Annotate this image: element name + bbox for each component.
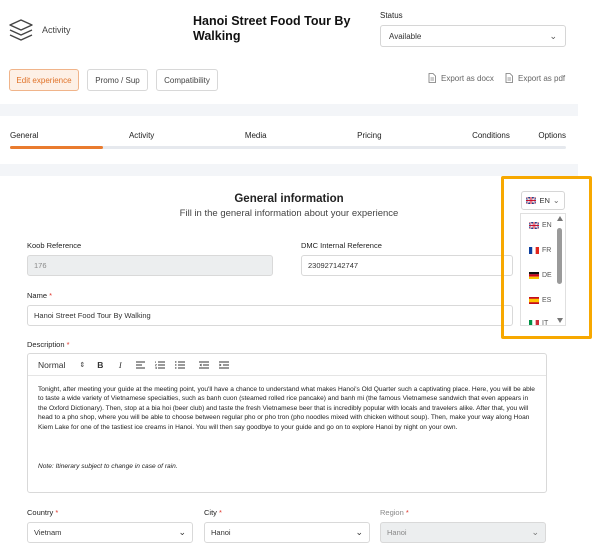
export-docx-label: Export as docx <box>441 73 494 83</box>
dmc-reference-field[interactable]: 230927142747 <box>301 255 513 276</box>
name-label-text: Name <box>27 291 48 300</box>
language-option-de[interactable]: DE <box>529 272 552 279</box>
format-select-value: Normal <box>38 359 66 370</box>
required-mark: * <box>405 508 409 517</box>
language-select-button[interactable]: EN ⌄ <box>521 191 565 210</box>
dropdown-scrollbar[interactable] <box>557 228 562 284</box>
italic-icon[interactable]: I <box>115 360 125 370</box>
city-value: Hanoi <box>211 528 231 537</box>
language-option-label: FR <box>542 247 552 254</box>
section-title: General information <box>234 193 344 205</box>
section-nav: General Activity Media Pricing Condition… <box>10 131 566 140</box>
chevron-down-icon: ⌄ <box>178 527 186 537</box>
language-current: EN <box>539 196 550 205</box>
language-option-label: DE <box>542 272 552 279</box>
export-pdf-label: Export as pdf <box>518 73 566 83</box>
status-value: Available <box>389 31 422 41</box>
region-select: Hanoi ⌄ <box>380 522 546 543</box>
bullet-list-icon[interactable] <box>175 360 186 369</box>
section-conditions[interactable]: Conditions <box>472 131 510 140</box>
city-select[interactable]: Hanoi ⌄ <box>204 522 370 543</box>
germany-flag-icon <box>529 272 539 279</box>
region-label-text: Region <box>380 508 404 517</box>
country-label-text: Country <box>27 508 54 517</box>
chevron-down-icon: ⌄ <box>531 527 539 537</box>
activity-logo[interactable]: Activity <box>8 16 88 44</box>
indent-icon[interactable] <box>219 361 230 369</box>
dmc-reference-value: 230927142747 <box>308 261 359 270</box>
ordered-list-icon[interactable] <box>155 360 166 369</box>
chevron-down-icon: ⌄ <box>355 527 363 537</box>
editor-toolbar: Normal ⇕ B I <box>28 354 546 376</box>
format-select[interactable]: Normal ⇕ <box>38 360 85 370</box>
status-select[interactable]: Available ⌄ <box>380 25 566 47</box>
dmc-reference-label: DMC Internal Reference <box>301 241 382 250</box>
divider <box>0 164 578 176</box>
city-label-text: City <box>204 508 217 517</box>
country-select[interactable]: Vietnam ⌄ <box>27 522 193 543</box>
language-dropdown: EN FR DE ES IT <box>520 213 566 326</box>
country-value: Vietnam <box>34 528 62 537</box>
language-option-fr[interactable]: FR <box>529 247 551 254</box>
language-option-en[interactable]: EN <box>529 222 552 229</box>
chevron-down-icon: ⌄ <box>549 30 557 41</box>
updown-icon: ⇕ <box>79 361 86 369</box>
italy-flag-icon <box>529 320 539 325</box>
description-editor[interactable]: Normal ⇕ B I Tonight, after meeting your… <box>27 353 547 493</box>
export-pdf-button[interactable]: Export as pdf <box>505 73 565 83</box>
bold-icon[interactable]: B <box>95 360 105 370</box>
section-general[interactable]: General <box>10 131 38 140</box>
tab-edit-experience[interactable]: Edit experience <box>9 69 79 91</box>
required-mark: * <box>55 508 59 517</box>
layers-icon <box>9 19 33 41</box>
description-note: Note: Itinerary subject to change in cas… <box>38 463 178 470</box>
language-option-label: EN <box>542 222 552 229</box>
language-option-es[interactable]: ES <box>529 297 551 304</box>
name-field[interactable]: Hanoi Street Food Tour By Walking <box>27 305 513 326</box>
section-options[interactable]: Options <box>538 131 566 140</box>
tab-compatibility[interactable]: Compatibility <box>156 69 218 91</box>
required-mark: * <box>219 508 222 517</box>
document-icon <box>505 73 513 83</box>
name-label: Name * <box>27 291 52 300</box>
uk-flag-icon <box>526 197 537 204</box>
divider <box>0 104 578 116</box>
scroll-down-icon[interactable] <box>557 318 563 323</box>
koob-reference-value: 176 <box>34 261 47 270</box>
page-title: Hanoi Street Food Tour By Walking <box>193 14 351 43</box>
city-label: City * <box>204 508 222 517</box>
align-icon[interactable] <box>135 361 145 369</box>
name-value: Hanoi Street Food Tour By Walking <box>34 311 151 320</box>
france-flag-icon <box>529 247 539 254</box>
language-option-it[interactable]: IT <box>529 320 549 326</box>
section-activity[interactable]: Activity <box>129 131 154 140</box>
uk-flag-icon <box>529 222 539 229</box>
spain-flag-icon <box>529 297 539 304</box>
status-label: Status <box>380 11 403 20</box>
scroll-up-icon[interactable] <box>557 216 563 221</box>
export-docx-button[interactable]: Export as docx <box>428 73 494 83</box>
tab-promo-sup[interactable]: Promo / Sup <box>87 69 148 91</box>
document-icon <box>428 73 436 83</box>
required-mark: * <box>66 340 70 349</box>
section-progress-fill <box>10 146 103 149</box>
section-media[interactable]: Media <box>245 131 267 140</box>
country-label: Country * <box>27 508 58 517</box>
language-option-label: IT <box>542 320 549 326</box>
description-label: Description * <box>27 340 70 349</box>
region-label: Region * <box>380 508 409 517</box>
language-option-label: ES <box>542 297 552 304</box>
koob-reference-label: Koob Reference <box>27 241 82 250</box>
region-value: Hanoi <box>387 528 407 537</box>
section-subtitle: Fill in the general information about yo… <box>179 208 399 219</box>
chevron-down-icon: ⌄ <box>552 196 560 205</box>
description-text: Tonight, after meeting your guide at the… <box>38 386 535 431</box>
app-label: Activity <box>42 25 71 35</box>
koob-reference-field: 176 <box>27 255 273 276</box>
outdent-icon[interactable] <box>199 361 210 369</box>
required-mark: * <box>49 291 53 300</box>
section-pricing[interactable]: Pricing <box>357 131 381 140</box>
description-label-text: Description <box>27 340 65 349</box>
